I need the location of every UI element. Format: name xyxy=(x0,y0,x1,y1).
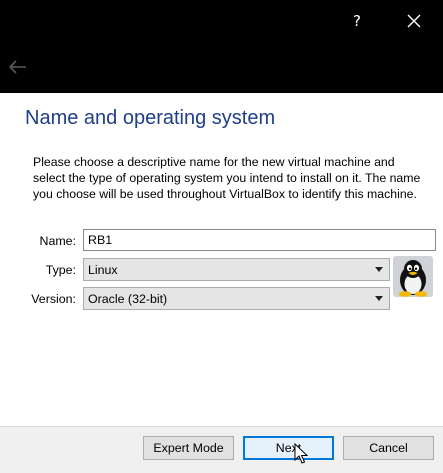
type-label: Type: xyxy=(45,263,76,277)
page-description: Please choose a descriptive name for the… xyxy=(33,155,421,202)
close-button[interactable] xyxy=(400,8,428,34)
version-select-value: Oracle (32-bit) xyxy=(88,291,168,306)
wizard-title-bar: ? xyxy=(0,0,443,93)
name-field-value: RB1 xyxy=(88,233,113,247)
cancel-button[interactable]: Cancel xyxy=(343,436,434,460)
close-icon xyxy=(407,14,421,28)
expert-mode-button[interactable]: Expert Mode xyxy=(143,436,234,460)
chevron-down-icon xyxy=(375,267,383,272)
page-title: Name and operating system xyxy=(25,107,276,129)
help-button[interactable]: ? xyxy=(344,8,370,34)
chevron-down-icon xyxy=(375,296,383,301)
type-select-value: Linux xyxy=(88,262,118,277)
mouse-pointer-icon xyxy=(294,443,308,464)
next-button[interactable]: Next xyxy=(243,436,334,460)
version-select[interactable]: Oracle (32-bit) xyxy=(83,287,390,310)
linux-penguin-icon xyxy=(393,256,433,297)
name-label: Name: xyxy=(39,234,77,248)
version-label: Version: xyxy=(31,292,76,306)
back-button[interactable] xyxy=(6,56,30,78)
back-arrow-icon xyxy=(9,60,26,74)
type-select[interactable]: Linux xyxy=(83,258,390,281)
name-field[interactable]: RB1 xyxy=(83,229,436,251)
help-icon: ? xyxy=(353,12,361,30)
